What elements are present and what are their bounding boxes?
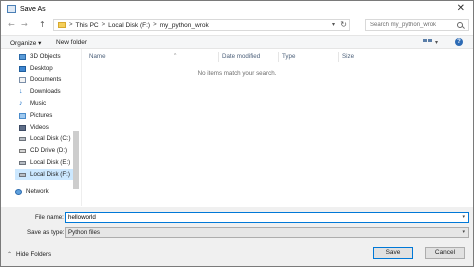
desktop-icon — [19, 65, 26, 72]
breadcrumb-separator: > — [101, 22, 106, 28]
help-icon[interactable]: ? — [455, 38, 463, 46]
back-button[interactable]: ← — [8, 20, 15, 29]
sidebar-item-label: 3D Objects — [30, 53, 61, 60]
documents-icon — [19, 76, 26, 83]
breadcrumb-local-disk-f[interactable]: Local Disk (F:) — [108, 22, 150, 29]
window-icon — [7, 5, 16, 13]
sidebar-item-label: Desktop — [30, 65, 53, 72]
sidebar-item-label: Music — [30, 100, 47, 107]
save-as-dialog: Save As ✕ ← → ↑ > This PC > Local Disk (… — [0, 0, 474, 267]
column-header-size[interactable]: Size — [338, 52, 378, 62]
network-icon — [15, 188, 22, 195]
sidebar-item-local-disk-f[interactable]: Local Disk (F:) — [15, 169, 75, 180]
filetype-select[interactable]: Python files ▾ — [65, 227, 469, 238]
sidebar-item-label: Downloads — [30, 88, 61, 95]
save-button[interactable]: Save — [373, 247, 413, 259]
sidebar-item-label: Pictures — [30, 112, 53, 119]
navigation-pane: 3D Objects Desktop Documents ↓ Downloads… — [1, 49, 81, 206]
folder-icon — [58, 22, 66, 28]
window-title: Save As — [20, 5, 46, 13]
column-header-name[interactable]: Name ^ — [86, 52, 220, 62]
view-chevron-down-icon[interactable]: ▾ — [435, 39, 438, 46]
filetype-chevron-down-icon[interactable]: ▾ — [462, 228, 465, 237]
sidebar-item-label: Local Disk (C:) — [30, 135, 71, 142]
forward-button[interactable]: → — [21, 20, 28, 29]
hide-folders-toggle[interactable]: ⌃ Hide Folders — [7, 251, 51, 258]
organize-button[interactable]: Organize ▾ — [10, 39, 41, 47]
sidebar-item-label: Local Disk (F:) — [30, 171, 70, 178]
filename-chevron-down-icon[interactable]: ▾ — [462, 213, 465, 222]
sort-chevron-up-icon: ^ — [174, 53, 177, 59]
search-placeholder: Search my_python_wrok — [370, 22, 437, 28]
filename-label: File name: — [35, 214, 64, 221]
drive-icon — [19, 160, 26, 165]
breadcrumb-separator: > — [153, 22, 157, 28]
up-button[interactable]: ↑ — [39, 20, 46, 29]
sidebar-scrollbar[interactable] — [73, 131, 79, 189]
cancel-button[interactable]: Cancel — [425, 247, 465, 259]
chevron-up-icon: ⌃ — [7, 252, 13, 258]
title-bar: Save As ✕ — [1, 1, 473, 17]
pictures-icon — [19, 112, 26, 119]
3d-objects-icon — [19, 53, 26, 60]
address-dropdown-icon[interactable]: ▾ — [332, 21, 335, 28]
sidebar-item-label: Videos — [30, 124, 49, 131]
drive-icon — [19, 136, 26, 141]
sidebar-item-network[interactable]: Network — [15, 186, 73, 197]
sidebar-item-videos[interactable]: Videos — [19, 122, 77, 133]
sidebar-item-3d-objects[interactable]: 3D Objects — [19, 51, 77, 62]
filetype-label: Save as type: — [27, 229, 65, 236]
column-header-type[interactable]: Type — [278, 52, 338, 62]
file-list: Name ^ Date modified Type Size No items … — [82, 49, 473, 206]
refresh-icon[interactable]: ↻ — [340, 20, 347, 29]
breadcrumb-current-folder[interactable]: my_python_wrok — [160, 22, 209, 29]
dialog-footer: ⌃ Hide Folders Save Cancel — [1, 243, 473, 266]
sidebar-item-music[interactable]: ♪ Music — [19, 98, 77, 109]
toolbar: Organize ▾ New folder ▾ ? — [1, 35, 473, 49]
sidebar-item-downloads[interactable]: ↓ Downloads — [19, 86, 77, 97]
sidebar-item-cd-drive-d[interactable]: CD Drive (D:) — [19, 145, 77, 156]
breadcrumb-this-pc[interactable]: This PC — [76, 22, 99, 29]
sidebar-item-label: Network — [26, 188, 49, 195]
save-form: File name: helloworld ▾ Save as type: Py… — [1, 207, 473, 243]
filename-value: helloworld — [68, 214, 96, 221]
column-header-date-modified[interactable]: Date modified — [218, 52, 278, 62]
address-bar[interactable]: > This PC > Local Disk (F:) > my_python_… — [53, 19, 350, 31]
sidebar-item-documents[interactable]: Documents — [19, 74, 77, 85]
search-icon — [457, 22, 463, 28]
sidebar-item-label: CD Drive (D:) — [30, 147, 68, 154]
sidebar-item-label: Local Disk (E:) — [30, 159, 71, 166]
view-options-icon[interactable] — [423, 39, 433, 46]
cd-drive-icon — [19, 148, 26, 153]
music-icon: ♪ — [19, 100, 26, 107]
videos-icon — [19, 124, 26, 131]
address-row: ← → ↑ > This PC > Local Disk (F:) > my_p… — [1, 18, 473, 34]
drive-icon — [19, 172, 26, 177]
downloads-icon: ↓ — [19, 88, 26, 95]
hide-folders-label: Hide Folders — [16, 251, 52, 258]
close-button[interactable]: ✕ — [457, 4, 465, 14]
new-folder-button[interactable]: New folder — [56, 39, 87, 46]
sidebar-item-desktop[interactable]: Desktop — [19, 63, 77, 74]
sidebar-item-local-disk-c[interactable]: Local Disk (C:) — [19, 133, 77, 144]
sidebar-item-local-disk-e[interactable]: Local Disk (E:) — [19, 157, 77, 168]
sidebar-item-pictures[interactable]: Pictures — [19, 110, 77, 121]
empty-results-message: No items match your search. — [197, 70, 277, 77]
filetype-value: Python files — [68, 229, 100, 236]
filename-field[interactable]: helloworld ▾ — [65, 212, 469, 223]
search-input[interactable]: Search my_python_wrok — [365, 19, 469, 31]
sidebar-item-label: Documents — [30, 76, 62, 83]
breadcrumb-separator: > — [69, 22, 73, 28]
